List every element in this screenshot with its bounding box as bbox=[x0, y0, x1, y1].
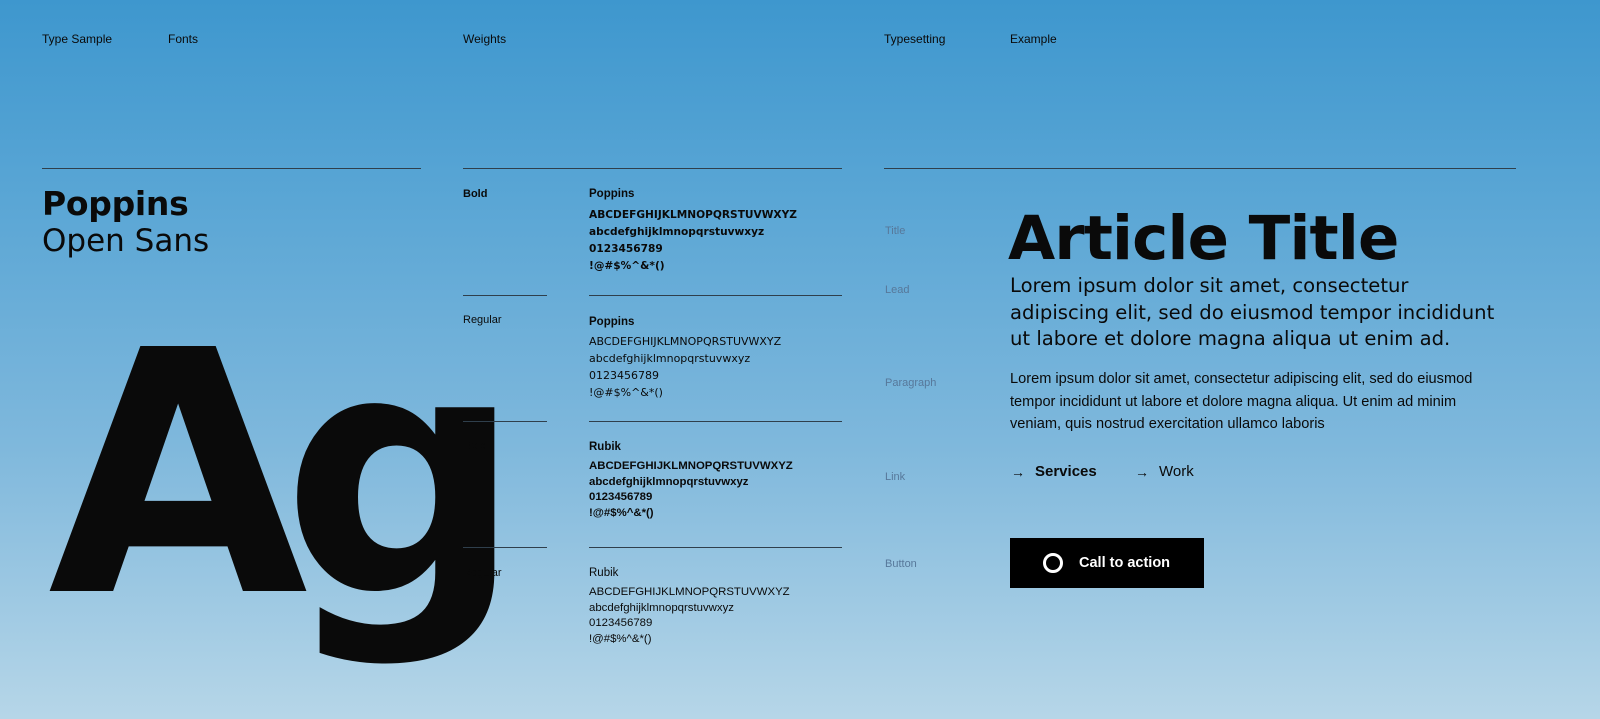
weight-divider bbox=[463, 547, 547, 548]
glyphs-digits: 0123456789 bbox=[589, 369, 659, 382]
glyphs-digits: 0123456789 bbox=[589, 617, 653, 629]
nav-type-sample[interactable]: Type Sample bbox=[42, 32, 112, 46]
weight-divider bbox=[463, 295, 547, 296]
label-lead: Lead bbox=[885, 284, 910, 296]
paragraph-text: Lorem ipsum dolor sit amet, consectetur … bbox=[1010, 371, 1473, 432]
work-link[interactable]: → Work bbox=[1135, 462, 1194, 482]
glyphs-symbols: !@#$%^&*() bbox=[589, 386, 663, 399]
weight-divider bbox=[589, 421, 842, 422]
primary-font-name: Poppins bbox=[42, 184, 189, 223]
glyphs-symbols: !@#$%^&*() bbox=[589, 507, 654, 519]
glyphs-lowercase: abcdefghijklmnopqrstuvwxyz bbox=[589, 352, 751, 365]
glyphs-symbols: !@#$%^&*() bbox=[589, 633, 652, 645]
circle-icon bbox=[1043, 553, 1063, 573]
glyphs-lowercase: abcdefghijklmnopqrstuvwxyz bbox=[589, 226, 765, 238]
article-title: Article Title bbox=[1008, 203, 1399, 274]
glyphs-lowercase: abcdefghijklmnopqrstuvwxyz bbox=[589, 476, 749, 488]
nav-typesetting[interactable]: Typesetting bbox=[884, 32, 945, 46]
label-button: Button bbox=[885, 558, 917, 570]
weight-font-name: Poppins bbox=[589, 316, 635, 328]
fonts-divider bbox=[42, 168, 421, 169]
nav-example[interactable]: Example bbox=[1010, 32, 1057, 46]
typesetting-divider bbox=[884, 168, 1516, 169]
weight-divider bbox=[589, 547, 842, 548]
glyphs-digits: 0123456789 bbox=[589, 491, 653, 503]
weight-label: Regular bbox=[463, 314, 502, 326]
weight-font-name: Poppins bbox=[589, 188, 635, 200]
glyphs-lowercase: abcdefghijklmnopqrstuvwxyz bbox=[589, 602, 734, 614]
glyphs-uppercase: ABCDEFGHIJKLMNOPQRSTUVWXYZ bbox=[589, 335, 782, 348]
call-to-action-button[interactable]: Call to action bbox=[1010, 538, 1204, 588]
weight-divider bbox=[589, 295, 842, 296]
label-title: Title bbox=[885, 225, 906, 237]
glyphs-uppercase: ABCDEFGHIJKLMNOPQRSTUVWXYZ bbox=[589, 209, 797, 221]
nav-fonts[interactable]: Fonts bbox=[168, 32, 198, 46]
weight-label: Bold bbox=[463, 440, 488, 452]
arrow-right-icon: → bbox=[1011, 464, 1025, 480]
weight-label: Bold bbox=[463, 188, 488, 200]
glyphs-uppercase: ABCDEFGHIJKLMNOPQRSTUVWXYZ bbox=[589, 460, 793, 472]
button-label: Call to action bbox=[1079, 555, 1171, 571]
glyphs-digits: 0123456789 bbox=[589, 243, 663, 255]
glyphs-uppercase: ABCDEFGHIJKLMNOPQRSTUVWXYZ bbox=[589, 586, 790, 598]
weights-divider bbox=[463, 168, 842, 169]
link-label: Work bbox=[1159, 463, 1194, 480]
weight-font-name: Rubik bbox=[589, 441, 621, 453]
glyphs-symbols: !@#$%^&*() bbox=[589, 260, 665, 272]
label-link: Link bbox=[885, 471, 906, 483]
link-label: Services bbox=[1035, 463, 1097, 480]
label-paragraph: Paragraph bbox=[885, 377, 937, 389]
secondary-font-name: Open Sans bbox=[42, 223, 210, 259]
arrow-right-icon: → bbox=[1135, 464, 1149, 480]
weight-font-name: Rubik bbox=[589, 567, 619, 579]
nav-weights[interactable]: Weights bbox=[463, 32, 506, 46]
type-specimen: Ag bbox=[48, 280, 523, 671]
weight-label: Regular bbox=[463, 567, 502, 579]
lead-text: Lorem ipsum dolor sit amet, consectetur … bbox=[1010, 274, 1495, 350]
services-link[interactable]: → Services bbox=[1011, 462, 1097, 482]
weight-divider bbox=[463, 421, 547, 422]
